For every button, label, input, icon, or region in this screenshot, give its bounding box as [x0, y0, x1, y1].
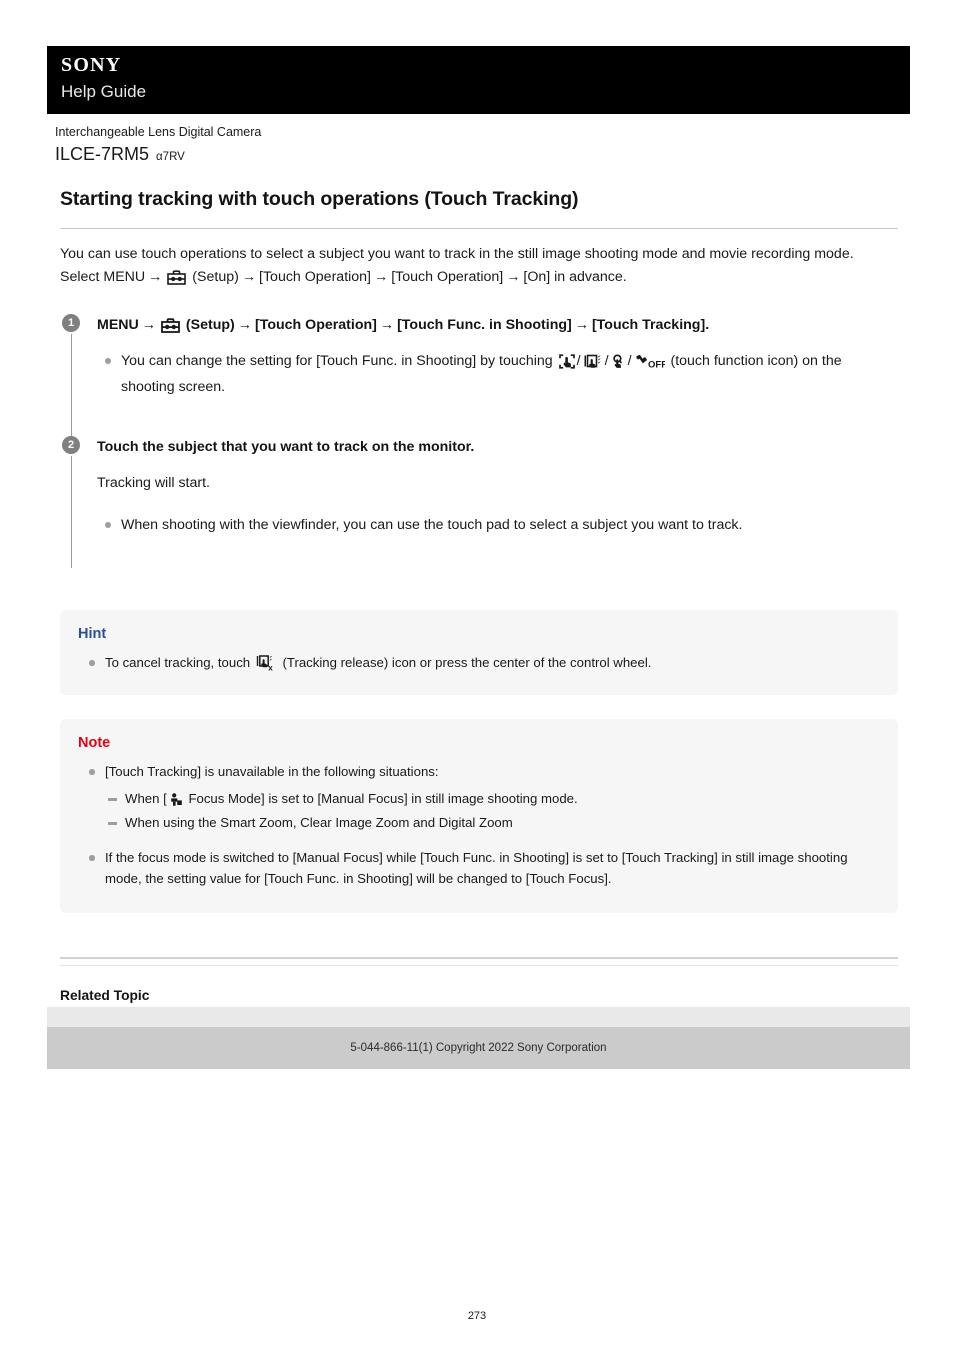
intro-paragraph: You can use touch operations to select a… [60, 243, 898, 292]
step-1-menu-label: MENU [97, 317, 139, 333]
intro-setup-label: (Setup) [192, 269, 239, 285]
step-1: 1 MENU → (Setup) → [Touch Operation] → [Touch… [60, 314, 898, 436]
page-title: Starting tracking with touch operations … [60, 188, 579, 210]
product-alias: α7RV [156, 151, 185, 163]
page-number: 273 [467, 1310, 487, 1322]
arrow-glyph-3: → [374, 269, 389, 285]
note-subbullet-1-post: Focus Mode] is set to [Manual Focus] in … [188, 791, 578, 806]
step-2-body: Tracking will start. [97, 475, 210, 491]
tracking-release-icon: x [256, 655, 277, 677]
step-2-bullet: When shooting with the viewfinder, you c… [97, 514, 898, 536]
icon-sep-1: / [576, 353, 581, 369]
product-model-row: ILCE-7RM5 α7RV [55, 143, 915, 165]
footer-copyright-text: 5-044-866-11(1) Copyright 2022 Sony Corp… [350, 1042, 607, 1054]
step-1-bullets: You can change the setting for [Touch Fu… [97, 350, 898, 398]
touch-off-icon: OFF [634, 353, 667, 376]
hint-bullet-post: (Tracking release) icon or press the cen… [282, 655, 652, 670]
note-bullet-1-text: [Touch Tracking] is unavailable in the f… [105, 764, 439, 779]
note-callout: Note [Touch Tracking] is unavailable in … [60, 719, 898, 913]
intro-seg-3: [On] in advance. [523, 269, 627, 285]
touch-shutter-icon [583, 354, 603, 376]
sony-logo: SONY [61, 54, 122, 76]
product-identification: Interchangeable Lens Digital Camera ILCE… [55, 124, 915, 165]
step-1-setup-label: (Setup) [185, 317, 235, 333]
hint-callout: Hint To cancel tracking, touch x (Tracki… [60, 610, 898, 695]
step-1-marker: 1 [60, 314, 82, 436]
hint-bullet: To cancel tracking, touch x (Tracking re… [78, 652, 880, 677]
setup-toolbox-icon [167, 270, 187, 292]
step-1-number: 1 [62, 314, 80, 332]
note-bullet-1: [Touch Tracking] is unavailable in the f… [78, 761, 880, 782]
bullet-dot-icon [105, 358, 111, 364]
bullet-dot-icon [89, 769, 95, 775]
step-2-title: Touch the subject that you want to track… [97, 439, 475, 455]
arrow-glyph-6: → [237, 317, 252, 333]
site-header: SONY Help Guide [47, 46, 910, 114]
bullet-dot-icon [89, 855, 95, 861]
intro-line-2: Select MENU → (Setup) → [Touch Operation] →[… [60, 266, 898, 292]
footer-light-band [47, 1007, 910, 1027]
dash-marker-icon [108, 822, 117, 825]
arrow-glyph-5: → [141, 317, 156, 333]
hint-bullet-pre: To cancel tracking, touch [105, 655, 251, 670]
intro-select-prefix: Select MENU [60, 269, 146, 285]
arrow-glyph-8: → [574, 317, 589, 333]
note-spacer [78, 833, 880, 847]
step-1-connector [70, 334, 72, 436]
bullet-dot-icon [105, 522, 111, 528]
step-2-bullet-text: When shooting with the viewfinder, you c… [121, 517, 743, 533]
step-1-seg-2: [Touch Func. in Shooting] [397, 317, 572, 333]
dash-marker-icon [108, 798, 117, 801]
note-subbullet-2: When using the Smart Zoom, Clear Image Z… [78, 812, 880, 833]
step-2-marker: 2 [60, 436, 82, 568]
related-topic-title: Related Topic [60, 988, 150, 1003]
product-category: Interchangeable Lens Digital Camera [55, 125, 262, 139]
icon-sep-2: / [604, 353, 609, 369]
touch-tracking-icon [558, 354, 575, 376]
help-guide-title: Help Guide [61, 82, 147, 101]
arrow-glyph-4: → [506, 269, 521, 285]
intro-seg-2: [Touch Operation] [391, 269, 504, 285]
step-2-connector [70, 456, 72, 568]
procedure-steps: 1 MENU → (Setup) → [Touch Operation] → [Touch… [60, 314, 898, 568]
arrow-glyph: → [148, 269, 163, 285]
related-divider-thick [60, 957, 898, 959]
step-1-seg-1: [Touch Operation] [254, 317, 377, 333]
note-subbullet-2-text: When using the Smart Zoom, Clear Image Z… [125, 815, 513, 830]
note-subbullet-1: When [ Focus Mode] is set to [Manual Foc… [78, 788, 880, 812]
note-subbullet-1-pre: When [ [125, 791, 167, 806]
icon-sep-3: / [627, 353, 632, 369]
related-divider-thin [60, 965, 898, 966]
step-2: 2 Touch the subject that you want to tra… [60, 436, 898, 568]
title-divider [60, 228, 898, 229]
svg-text:OFF: OFF [648, 359, 665, 369]
step-1-bullet-pre: You can change the setting for [Touch Fu… [121, 353, 553, 369]
note-group-1: [Touch Tracking] is unavailable in the f… [78, 761, 880, 833]
bullet-dot-icon [89, 660, 95, 666]
step-1-bullet: You can change the setting for [Touch Fu… [97, 350, 898, 398]
note-bullet-2: If the focus mode is switched to [Manual… [78, 847, 880, 889]
arrow-glyph-2: → [241, 269, 257, 285]
hint-title: Hint [78, 626, 107, 642]
arrow-glyph-7: → [379, 317, 395, 333]
step-1-title: MENU → (Setup) → [Touch Operation] → [Touch F… [97, 314, 898, 340]
footer-copyright-band: 5-044-866-11(1) Copyright 2022 Sony Corp… [47, 1027, 910, 1069]
intro-seg-1: [Touch Operation] [259, 269, 372, 285]
related-dividers [60, 957, 898, 966]
note-title: Note [78, 735, 111, 751]
intro-line-1: You can use touch operations to select a… [60, 246, 854, 262]
main-content: Starting tracking with touch operations … [60, 186, 898, 1072]
touch-focus-icon [611, 354, 626, 376]
setup-toolbox-icon [161, 318, 180, 340]
note-bullet-2-text: If the focus mode is switched to [Manual… [105, 850, 848, 886]
still-image-mode-icon [169, 791, 183, 812]
help-guide-page: SONY Help Guide Interchangeable Lens Dig… [0, 0, 954, 1350]
svg-text:x: x [268, 663, 273, 671]
step-2-number: 2 [62, 436, 80, 454]
product-model: ILCE-7RM5 [55, 144, 150, 164]
step-2-bullets: When shooting with the viewfinder, you c… [97, 514, 898, 536]
step-1-seg-3: [Touch Tracking]. [591, 317, 710, 333]
